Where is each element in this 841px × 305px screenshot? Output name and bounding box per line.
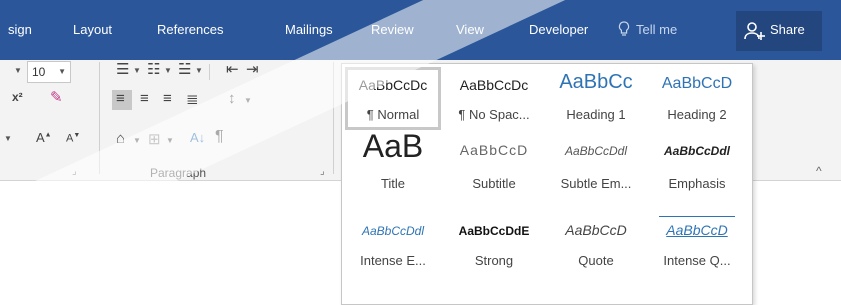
style-name: ¶ No Spac... bbox=[458, 107, 530, 122]
chevron-down-icon[interactable]: ▼ bbox=[195, 66, 203, 75]
sort-icon[interactable]: A↓ bbox=[190, 130, 205, 145]
style-emphasis[interactable]: AaBbCcDdl Emphasis bbox=[649, 130, 745, 200]
style-heading-1[interactable]: AaBbCc Heading 1 bbox=[548, 67, 644, 130]
style-preview: AaBbCcDc bbox=[358, 77, 428, 93]
style-normal[interactable]: AaBbCcDc ¶ Normal bbox=[345, 67, 441, 130]
decrease-indent-icon[interactable]: ⇤ bbox=[226, 60, 239, 78]
styles-gallery: AaBbCcDc ¶ Normal AaBbCcDc ¶ No Spac... … bbox=[341, 63, 753, 305]
group-separator bbox=[333, 62, 334, 174]
tell-me-box[interactable]: Tell me bbox=[618, 21, 677, 37]
tab-design[interactable]: sign bbox=[8, 22, 32, 37]
lightbulb-icon bbox=[618, 21, 630, 36]
style-preview: AaBbCcD bbox=[661, 75, 733, 92]
shading-icon[interactable]: ⌂ bbox=[116, 130, 125, 147]
tell-me-label: Tell me bbox=[636, 22, 678, 37]
chevron-down-icon: ▼ bbox=[58, 67, 66, 76]
divider bbox=[209, 64, 210, 80]
line-spacing-icon[interactable]: ↕ bbox=[228, 90, 236, 107]
style-preview: AaBbCcD bbox=[565, 222, 627, 238]
style-name: ¶ Normal bbox=[366, 107, 420, 122]
style-intense-emphasis[interactable]: AaBbCcDdl Intense E... bbox=[345, 204, 441, 268]
font-dialog-launcher-icon[interactable]: ⌟ bbox=[72, 166, 77, 177]
style-preview: AaBbCcDdl bbox=[564, 144, 628, 158]
style-name: Heading 2 bbox=[667, 107, 727, 122]
align-right-icon[interactable]: ≡ bbox=[163, 90, 172, 107]
style-heading-2[interactable]: AaBbCcD Heading 2 bbox=[649, 67, 745, 130]
clear-formatting-icon[interactable]: ✎ bbox=[50, 88, 63, 106]
style-name: Intense Q... bbox=[663, 253, 731, 268]
ribbon-tab-bar: sign Layout References Mailings Review V… bbox=[0, 0, 841, 60]
tab-mailings[interactable]: Mailings bbox=[285, 22, 333, 37]
style-name: Intense E... bbox=[360, 253, 426, 268]
increase-indent-icon[interactable]: ⇥ bbox=[246, 60, 259, 78]
paragraph-group-label: Paragraph bbox=[150, 166, 207, 180]
collapse-ribbon-icon[interactable]: ^ bbox=[816, 164, 822, 178]
style-name: Quote bbox=[578, 253, 614, 268]
tab-review[interactable]: Review bbox=[371, 22, 414, 37]
rule-line bbox=[659, 216, 735, 217]
style-subtitle[interactable]: AaBbCcD Subtitle bbox=[446, 130, 542, 200]
multilevel-list-icon[interactable]: ☱ bbox=[178, 60, 191, 78]
style-preview: AaB bbox=[362, 128, 424, 164]
shrink-font-icon[interactable]: A▼ bbox=[66, 132, 80, 145]
justify-icon[interactable]: ≣ bbox=[186, 90, 199, 108]
chevron-down-icon[interactable]: ▼ bbox=[166, 136, 174, 145]
style-name: Emphasis bbox=[668, 176, 726, 191]
chevron-down-icon[interactable]: ▼ bbox=[244, 96, 252, 105]
tab-view[interactable]: View bbox=[456, 22, 484, 37]
align-center-icon[interactable]: ≡ bbox=[140, 90, 149, 107]
align-left-icon[interactable]: ≡ bbox=[116, 90, 125, 107]
style-name: Strong bbox=[474, 253, 514, 268]
chevron-down-icon[interactable]: ▼ bbox=[133, 136, 141, 145]
font-size-value: 10 bbox=[32, 65, 46, 79]
style-subtle-emphasis[interactable]: AaBbCcDdl Subtle Em... bbox=[548, 130, 644, 200]
group-separator bbox=[99, 62, 100, 174]
style-preview: AaBbCcDdl bbox=[663, 144, 730, 158]
style-preview: AaBbCcD bbox=[459, 142, 529, 158]
style-name: Title bbox=[380, 176, 406, 191]
grow-font-icon[interactable]: A▲ bbox=[36, 130, 52, 145]
bullets-icon[interactable]: ☰ bbox=[116, 60, 129, 78]
superscript-icon[interactable]: x² bbox=[12, 90, 23, 104]
style-intense-quote[interactable]: AaBbCcD Intense Q... bbox=[649, 204, 745, 268]
style-strong[interactable]: AaBbCcDdE Strong bbox=[446, 204, 542, 268]
style-name: Subtitle bbox=[472, 176, 516, 191]
style-preview: AaBbCcDdl bbox=[361, 224, 425, 238]
tab-layout[interactable]: Layout bbox=[73, 22, 112, 37]
style-name: Heading 1 bbox=[566, 107, 626, 122]
person-add-icon bbox=[744, 22, 765, 40]
show-formatting-marks-icon[interactable]: ¶ bbox=[215, 128, 224, 146]
chevron-down-icon[interactable]: ▼ bbox=[14, 66, 22, 75]
font-size-box[interactable]: 10 ▼ bbox=[27, 61, 71, 83]
chevron-down-icon[interactable]: ▼ bbox=[4, 134, 12, 143]
style-name: Subtle Em... bbox=[560, 176, 632, 191]
tab-developer[interactable]: Developer bbox=[529, 22, 588, 37]
paragraph-dialog-launcher-icon[interactable]: ⌟ bbox=[320, 166, 325, 177]
style-preview: AaBbCcD bbox=[666, 222, 728, 238]
chevron-down-icon[interactable]: ▼ bbox=[164, 66, 172, 75]
tab-references[interactable]: References bbox=[157, 22, 223, 37]
style-no-spacing[interactable]: AaBbCcDc ¶ No Spac... bbox=[446, 67, 542, 130]
numbering-icon[interactable]: ☷ bbox=[147, 60, 160, 78]
style-preview: AaBbCc bbox=[559, 71, 633, 93]
borders-icon[interactable]: ⊞ bbox=[148, 130, 161, 148]
style-title[interactable]: AaB Title bbox=[345, 128, 441, 200]
style-preview: AaBbCcDc bbox=[459, 77, 529, 93]
style-preview: AaBbCcDdE bbox=[458, 224, 530, 238]
share-label: Share bbox=[770, 22, 805, 37]
style-quote[interactable]: AaBbCcD Quote bbox=[548, 204, 644, 268]
share-button[interactable]: Share bbox=[736, 11, 822, 51]
chevron-down-icon[interactable]: ▼ bbox=[133, 66, 141, 75]
